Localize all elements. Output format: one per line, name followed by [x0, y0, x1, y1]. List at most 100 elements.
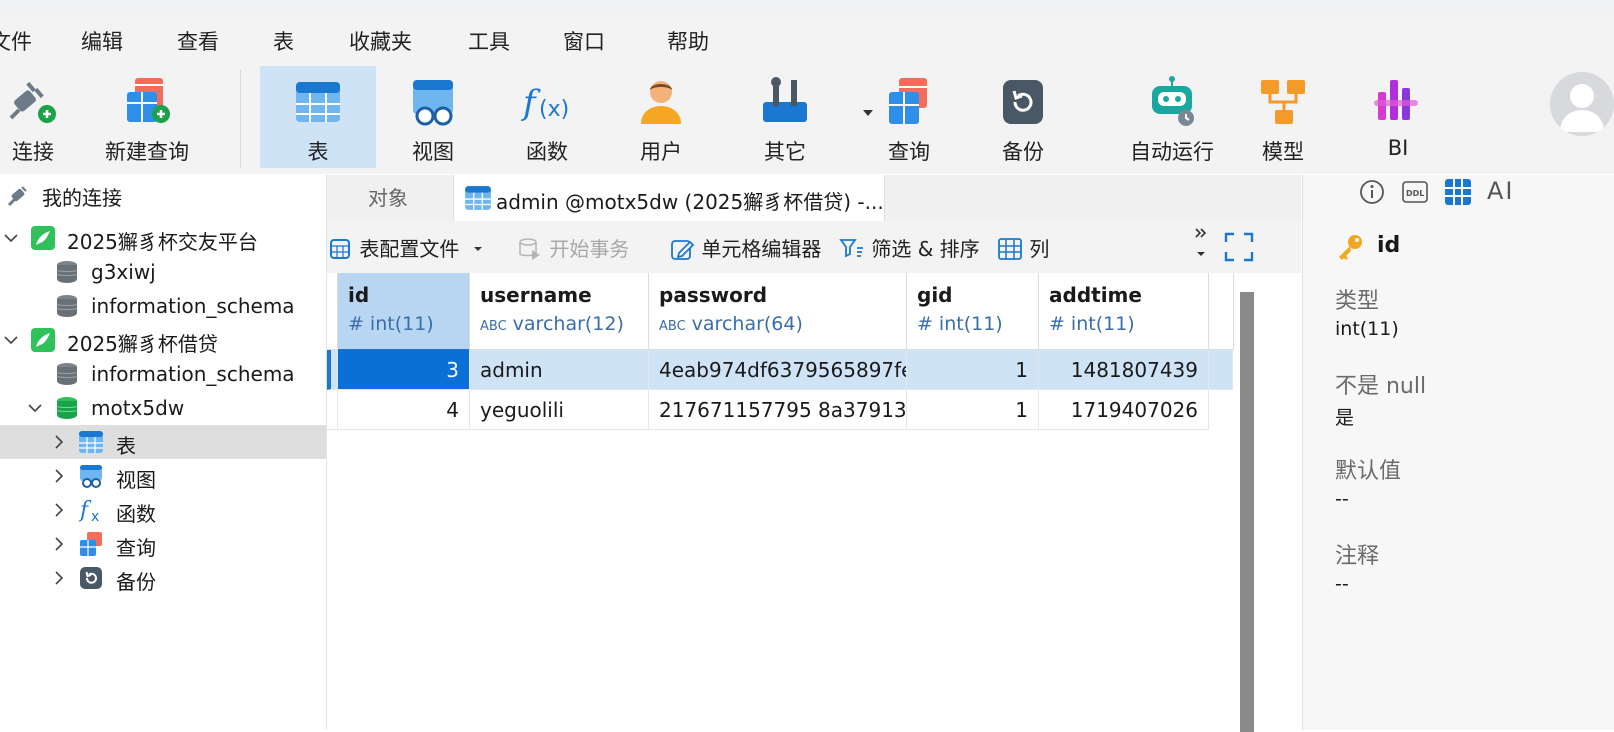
cell-gid[interactable]: 1 — [907, 350, 1039, 390]
tree-node-backups[interactable]: 备份 — [0, 561, 326, 595]
tree-node-views[interactable]: 视图 — [0, 459, 326, 493]
row-selector[interactable] — [327, 390, 338, 430]
row-selector[interactable] — [327, 350, 338, 390]
tree-root-my-connections[interactable]: 我的连接 — [0, 177, 326, 211]
menu-help[interactable]: 帮助 — [667, 26, 709, 56]
tree-db-information-schema-1[interactable]: information_schema — [0, 289, 326, 323]
model-button[interactable]: 模型 — [1238, 66, 1328, 168]
more-tools-button[interactable] — [1193, 225, 1209, 264]
key-icon — [1339, 235, 1362, 260]
auto-run-label: 自动运行 — [1130, 140, 1214, 164]
columns-icon — [998, 238, 1022, 260]
chevron-right-icon[interactable] — [50, 433, 68, 451]
mariadb-connection-icon — [31, 328, 55, 352]
toolbar-separator — [240, 70, 241, 168]
backup-button[interactable]: 备份 — [978, 66, 1068, 168]
cell-id[interactable]: 3 — [338, 350, 470, 390]
new-query-label: 新建查询 — [105, 140, 189, 164]
user-button[interactable]: 用户 — [616, 66, 706, 168]
table-editor: 对象 admin @motx5dw (2025獬豸杯借贷) -... 表配置文件 — [327, 175, 1301, 732]
tab-admin-table[interactable]: admin @motx5dw (2025獬豸杯借贷) -... — [453, 175, 885, 221]
menu-view[interactable]: 查看 — [177, 26, 219, 56]
chevron-down-icon[interactable] — [2, 229, 20, 247]
menu-table[interactable]: 表 — [273, 26, 294, 56]
chevron-right-icon[interactable] — [50, 535, 68, 553]
column-header-id[interactable]: id # int(11) — [338, 273, 470, 352]
tab-objects[interactable]: 对象 — [327, 175, 449, 221]
chevron-down-icon[interactable] — [2, 331, 20, 349]
tree-connection-loan[interactable]: 2025獬豸杯借贷 — [0, 323, 326, 357]
cell-username[interactable]: admin — [470, 350, 649, 390]
cell-editor-button[interactable]: 单元格编辑器 — [669, 233, 821, 262]
view-button[interactable]: 视图 — [388, 66, 478, 168]
filter-sort-button[interactable]: 筛选 & 排序 — [839, 233, 980, 262]
tree-node-queries[interactable]: 查询 — [0, 527, 326, 561]
user-avatar[interactable] — [1550, 72, 1614, 136]
column-header-password[interactable]: password ABC varchar(64) — [649, 273, 907, 350]
cell-id[interactable]: 4 — [338, 390, 470, 430]
tree-node-functions[interactable]: f x 函数 — [0, 493, 326, 527]
not-null-value: 是 — [1335, 407, 1355, 429]
table-icon — [465, 186, 491, 210]
table-icon — [296, 82, 340, 122]
tree-node-tables[interactable]: 表 — [0, 425, 326, 459]
user-label: 用户 — [640, 140, 682, 164]
connect-button[interactable]: 连接 — [0, 66, 66, 168]
info-icon[interactable] — [1359, 179, 1385, 205]
chevron-right-icon[interactable] — [50, 569, 68, 587]
cell-password[interactable]: 4eab974df6379565897fe — [649, 350, 907, 390]
cell-truncated[interactable] — [1209, 350, 1233, 390]
menu-file[interactable]: 文件 — [0, 26, 32, 56]
menu-favorites[interactable]: 收藏夹 — [349, 26, 412, 56]
menu-tools[interactable]: 工具 — [468, 26, 510, 56]
cell-gid[interactable]: 1 — [907, 390, 1039, 430]
tree-db-motx5dw[interactable]: motx5dw — [0, 391, 326, 425]
cell-addtime[interactable]: 1719407026 — [1039, 390, 1209, 430]
table-button[interactable]: 表 — [260, 66, 376, 168]
grid-view-icon[interactable] — [1443, 177, 1473, 207]
tree-db-label: information_schema — [91, 294, 295, 318]
tree-db-g3xiwj[interactable]: g3xiwj — [0, 255, 326, 289]
chevron-down-icon[interactable] — [26, 399, 44, 417]
vertical-scrollbar[interactable] — [1240, 292, 1254, 732]
column-type: ABC varchar(64) — [659, 313, 803, 335]
ddl-icon[interactable]: DDL — [1401, 179, 1429, 205]
svg-text:x: x — [91, 509, 99, 523]
menu-window[interactable]: 窗口 — [563, 26, 605, 56]
tree-connection-dating[interactable]: 2025獬豸杯交友平台 — [0, 221, 326, 255]
new-query-button[interactable]: 新建查询 — [100, 66, 194, 168]
auto-run-button[interactable]: 自动运行 — [1120, 66, 1224, 168]
caret-down-icon[interactable] — [472, 243, 484, 255]
chevron-right-icon[interactable] — [50, 467, 68, 485]
tab-strip: 对象 admin @motx5dw (2025獬豸杯借贷) -... — [327, 175, 1301, 221]
cell-addtime[interactable]: 1481807439 — [1039, 350, 1209, 390]
tree-db-information-schema-2[interactable]: information_schema — [0, 357, 326, 391]
cell-username[interactable]: yeguolili — [470, 390, 649, 430]
query-button[interactable]: 查询 — [864, 66, 954, 168]
other-button[interactable]: 其它 — [740, 66, 830, 168]
table-profile-button[interactable]: 表配置文件 — [329, 233, 484, 262]
filter-icon — [839, 239, 863, 258]
tab-title: admin @motx5dw (2025獬豸杯借贷) -... — [496, 190, 884, 214]
function-button[interactable]: f (x) 函数 — [502, 66, 592, 168]
column-name: id — [348, 283, 370, 307]
cell-password[interactable]: 217671157795 8a37913e9 — [649, 390, 907, 430]
bi-icon — [1374, 80, 1418, 120]
columns-button[interactable]: 列 — [997, 233, 1049, 262]
column-header-gid[interactable]: gid # int(11) — [907, 273, 1039, 350]
column-header-username[interactable]: username ABC varchar(12) — [470, 273, 649, 350]
fullscreen-button[interactable] — [1223, 231, 1255, 268]
begin-transaction-button[interactable]: 开始事务 — [517, 233, 629, 262]
type-label: 类型 — [1335, 289, 1380, 314]
chevron-right-icon[interactable] — [50, 501, 68, 519]
column-header-truncated[interactable] — [1209, 273, 1234, 350]
double-chevron-right-icon — [1195, 228, 1207, 238]
pencil-icon — [671, 240, 695, 260]
menu-edit[interactable]: 编辑 — [81, 26, 123, 56]
ai-button[interactable]: AI — [1487, 177, 1515, 205]
database-icon — [56, 363, 78, 385]
bi-button[interactable]: BI — [1356, 66, 1440, 168]
grid-toolbar: 表配置文件 开始事务 单元格编辑器 筛选 & 排序 列 — [327, 221, 1301, 273]
column-header-addtime[interactable]: addtime # int(11) — [1039, 273, 1209, 350]
tree-node-label: 函数 — [116, 502, 156, 526]
